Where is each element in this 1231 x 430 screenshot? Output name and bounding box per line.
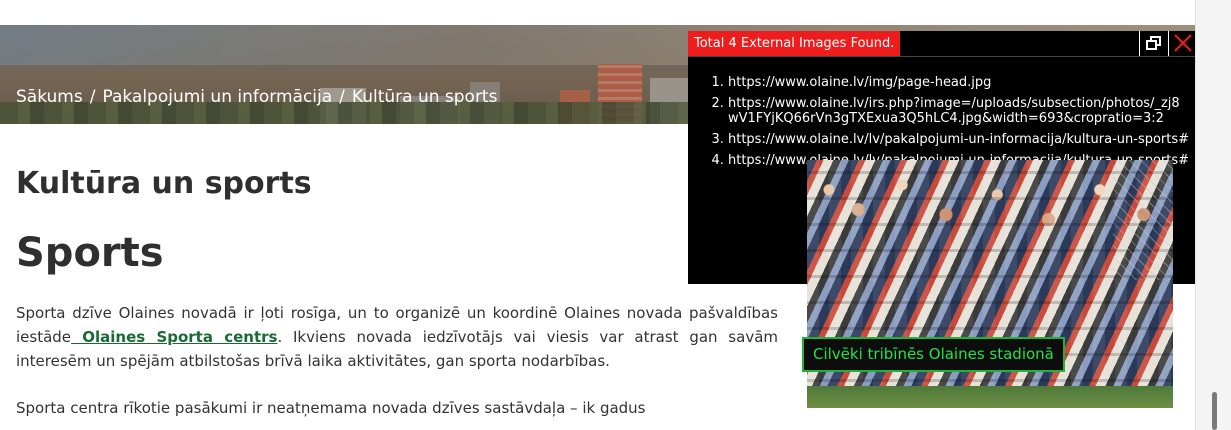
close-icon [1174, 34, 1192, 52]
page-scrollbar[interactable] [1195, 0, 1231, 430]
photo-fence [1113, 160, 1173, 280]
image-url-item: https://www.olaine.lv/img/page-head.jpg [728, 75, 1190, 90]
breadcrumb: Sākums / Pakalpojumi un informācija / Kultūr… [16, 87, 497, 107]
photo-field [807, 386, 1173, 408]
breadcrumb-parent[interactable]: Pakalpojumi un informācija [102, 87, 332, 107]
paragraph-events: Sporta centra rīkotie pasākumi ir neatņe… [16, 399, 646, 417]
image-url-item: https://www.olaine.lv/lv/pakalpojumi-un-… [728, 132, 1190, 147]
panel-title: Total 4 External Images Found. [688, 31, 901, 56]
image-url-item: https://www.olaine.lv/irs.php?image=/upl… [728, 96, 1190, 126]
scrollbar-thumb[interactable] [1212, 392, 1217, 430]
restore-window-icon [1146, 40, 1157, 50]
page-title: Kultūra un sports [16, 166, 312, 201]
photo-caption: Cilvēki tribīnēs Olaines stadionā [802, 337, 1065, 372]
breadcrumb-separator: / [339, 87, 345, 107]
close-button[interactable] [1168, 31, 1196, 56]
breadcrumb-current: Kultūra un sports [351, 87, 498, 107]
restore-button[interactable] [1139, 31, 1165, 56]
breadcrumb-home[interactable]: Sākums [16, 87, 83, 107]
panel-header: Total 4 External Images Found. [688, 31, 1196, 57]
breadcrumb-separator: / [89, 87, 96, 107]
sports-centre-link[interactable]: Olaines Sporta centrs [71, 328, 277, 346]
section-title: Sports [16, 230, 164, 276]
paragraph-intro: Sporta dzīve Olaines novadā ir ļoti rosī… [16, 301, 778, 373]
